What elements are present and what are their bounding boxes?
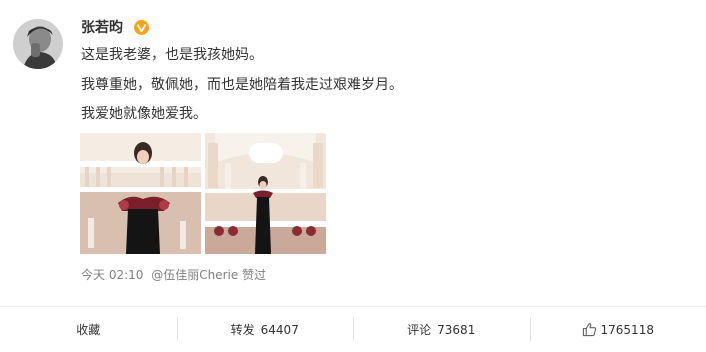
- repost-label: 转发: [230, 323, 255, 337]
- avatar[interactable]: [13, 19, 63, 69]
- action-bar: 收藏 转发 64407 评论 73681 1765118: [0, 307, 706, 352]
- favorite-label: 收藏: [76, 323, 101, 337]
- repost-button[interactable]: 转发 64407: [176, 307, 354, 352]
- favorite-button[interactable]: 收藏: [0, 307, 177, 352]
- liked-by[interactable]: @伍佳丽Cherie 赞过: [151, 268, 266, 282]
- post-text-line: 我爱她就像她爱我。: [81, 106, 207, 122]
- post-meta: 今天 02:10 @伍佳丽Cherie 赞过: [81, 266, 270, 284]
- comment-count: 73681: [437, 322, 476, 337]
- like-button[interactable]: 1765118: [529, 307, 706, 352]
- post-image[interactable]: [80, 133, 201, 254]
- comment-label: 评论: [407, 323, 432, 337]
- like-count: 1765118: [600, 322, 654, 337]
- user-name[interactable]: 张若昀: [81, 19, 123, 37]
- post-text-line: 我尊重她，敬佩她，而也是她陪着我走过艰难岁月。: [81, 77, 403, 93]
- post-text-line: 这是我老婆，也是我孩她妈。: [81, 47, 263, 63]
- comment-button[interactable]: 评论 73681: [353, 307, 530, 352]
- thumbs-up-icon: [582, 322, 597, 337]
- post-time[interactable]: 今天 02:10: [81, 268, 143, 282]
- post-image[interactable]: [205, 133, 326, 254]
- repost-count: 64407: [260, 322, 299, 337]
- weibo-post-card: 张若昀 这是我老婆，也是我孩她妈。 我尊重她，敬佩她，而也是她陪着我走过艰难岁月…: [0, 0, 706, 352]
- verified-v-icon: [134, 20, 149, 35]
